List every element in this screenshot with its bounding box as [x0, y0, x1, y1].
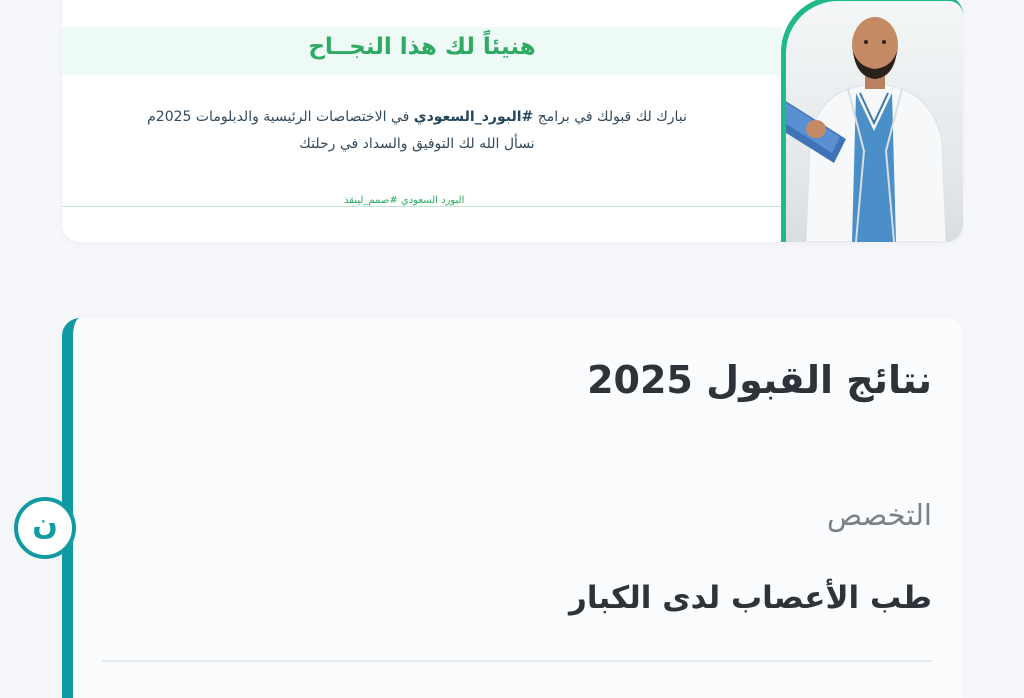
doctor-photo	[786, 1, 963, 242]
banner-title: هنيئاً لك هذا النجــاح	[308, 34, 536, 60]
brand-logo-icon[interactable]: ن	[14, 497, 76, 559]
results-title: نتائج القبول 2025	[587, 358, 932, 402]
banner-tag: البورد السعودي #صمم_لينقذ	[334, 195, 475, 206]
admission-results-card: نتائج القبول 2025 التخصص طب الأعصاب لدى …	[62, 318, 963, 698]
banner-hashtag: #البورد_السعودي	[413, 109, 534, 125]
specialty-label: التخصص	[826, 498, 932, 532]
doctor-photo-frame	[781, 0, 963, 242]
specialty-value: طب الأعصاب لدى الكبار	[568, 580, 932, 616]
congrats-banner: هنيئاً لك هذا النجــاح نبارك لك قبولك في…	[62, 0, 963, 242]
banner-line1-prefix: نبارك لك قبولك في برامج	[533, 109, 687, 125]
results-divider	[102, 660, 932, 662]
brand-logo-glyph: ن	[32, 507, 58, 542]
banner-message-line2: نسأل الله لك التوفيق والسداد في رحلتك	[299, 136, 535, 152]
banner-message-line1: نبارك لك قبولك في برامج #البورد_السعودي …	[122, 109, 712, 125]
banner-divider	[62, 206, 782, 207]
banner-line1-suffix: في الاختصاصات الرئيسية والدبلومات 2025م	[147, 109, 414, 125]
